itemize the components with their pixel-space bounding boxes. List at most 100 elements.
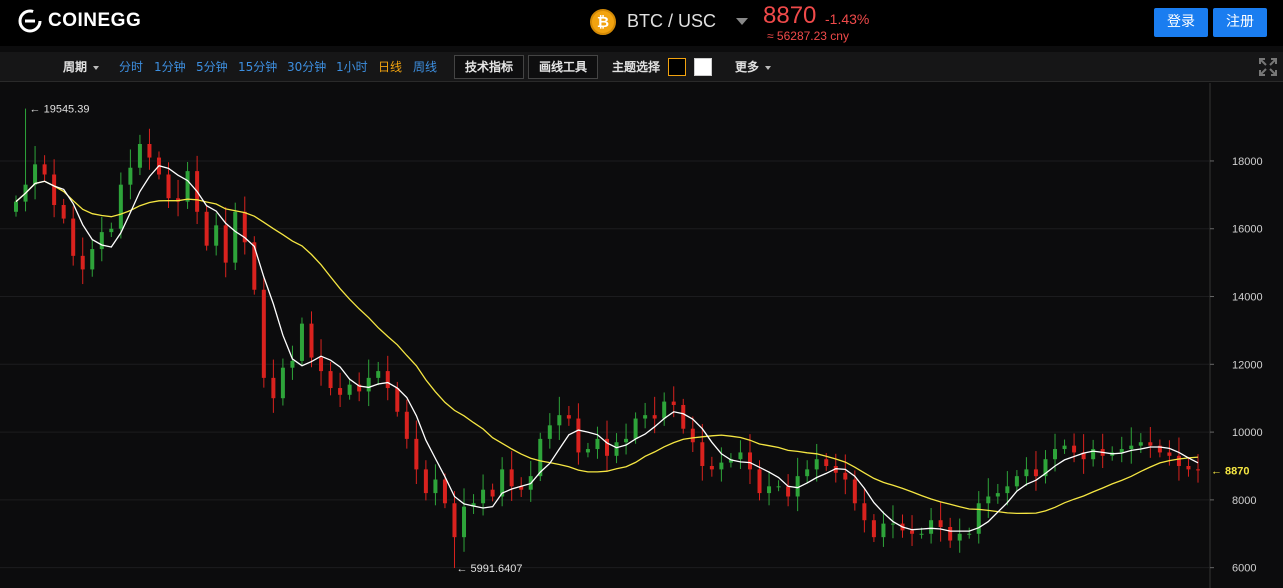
candle-body bbox=[871, 520, 876, 538]
pair-base: BTC bbox=[627, 11, 663, 31]
fullscreen-icon[interactable] bbox=[1258, 57, 1278, 77]
candle-body bbox=[433, 479, 438, 494]
candle-body bbox=[747, 452, 752, 470]
candle-body bbox=[128, 167, 133, 185]
candle-body bbox=[652, 415, 657, 419]
chevron-down-icon[interactable] bbox=[736, 18, 748, 25]
candle-body bbox=[595, 438, 600, 450]
interval-daily[interactable]: 日线 bbox=[378, 60, 402, 74]
interval-5min[interactable]: 5分钟 bbox=[196, 60, 228, 74]
login-button[interactable]: 登录 bbox=[1154, 8, 1208, 37]
candle-body bbox=[376, 371, 381, 378]
register-button[interactable]: 注册 bbox=[1213, 8, 1267, 37]
candle-body bbox=[509, 469, 514, 487]
candle-body bbox=[442, 479, 447, 504]
candle-body bbox=[948, 526, 953, 541]
candle-body bbox=[643, 415, 648, 419]
candle-body bbox=[395, 388, 400, 412]
candle-body bbox=[976, 503, 981, 534]
candle-body bbox=[852, 479, 857, 504]
candle-body bbox=[738, 452, 743, 460]
logo-icon bbox=[18, 9, 42, 33]
more-dropdown[interactable]: 更多 bbox=[735, 60, 759, 74]
candle-body bbox=[814, 459, 819, 470]
interval-15min[interactable]: 15分钟 bbox=[238, 60, 277, 74]
candle-body bbox=[776, 486, 781, 488]
candle-body bbox=[624, 438, 629, 443]
candle-body bbox=[90, 249, 95, 270]
interval-1min[interactable]: 1分钟 bbox=[154, 60, 186, 74]
indicators-button[interactable]: 技术指标 bbox=[454, 55, 524, 79]
candle-body bbox=[1024, 469, 1029, 477]
candle-body bbox=[585, 449, 590, 453]
candle-body bbox=[80, 255, 85, 270]
logo-text: COINEGG bbox=[48, 10, 142, 31]
candle-body bbox=[166, 174, 171, 199]
theme-label: 主题选择 bbox=[612, 60, 661, 74]
top-header: COINEGG ₿ BTC / USC 8870 -1.43% ≈ 56287.… bbox=[0, 0, 1283, 46]
candle-body bbox=[1119, 449, 1124, 453]
candle-body bbox=[1129, 445, 1134, 450]
candle-body bbox=[1014, 476, 1019, 487]
interval-1hour[interactable]: 1小时 bbox=[336, 60, 368, 74]
candle-body bbox=[299, 323, 304, 361]
candle-body bbox=[929, 520, 934, 534]
candle-body bbox=[61, 205, 66, 219]
candle-body bbox=[881, 523, 886, 538]
logo[interactable]: COINEGG bbox=[18, 9, 141, 33]
current-price: 8870 bbox=[763, 2, 817, 29]
period-caret-icon[interactable] bbox=[93, 66, 99, 70]
interval-timeshare[interactable]: 分时 bbox=[119, 60, 143, 74]
candle-body bbox=[1138, 442, 1143, 446]
candle-body bbox=[223, 225, 228, 263]
trading-pair-selector[interactable]: BTC / USC bbox=[627, 11, 716, 32]
candle-body bbox=[1176, 455, 1181, 466]
candle-body bbox=[423, 469, 428, 494]
candle-body bbox=[690, 428, 695, 443]
candle-body bbox=[986, 496, 991, 504]
more-caret-icon[interactable] bbox=[765, 66, 771, 70]
low-annotation: ← 5991.6407 bbox=[456, 563, 522, 575]
candle-body bbox=[490, 489, 495, 497]
y-tick-label: 6000 bbox=[1232, 563, 1256, 575]
candle-body bbox=[338, 388, 343, 395]
candle-body bbox=[290, 360, 295, 368]
candle-body bbox=[385, 371, 390, 389]
cny-price: ≈ 56287.23 cny bbox=[767, 29, 849, 43]
last-price-label: ← 8870 bbox=[1211, 465, 1250, 477]
candle-body bbox=[347, 384, 352, 395]
candle-body bbox=[1005, 486, 1010, 494]
candle-body bbox=[995, 493, 1000, 497]
theme-light-swatch[interactable] bbox=[694, 58, 712, 76]
candle-body bbox=[633, 418, 638, 439]
candle-body bbox=[42, 164, 47, 175]
interval-30min[interactable]: 30分钟 bbox=[287, 60, 326, 74]
candle-body bbox=[662, 401, 667, 419]
candle-body bbox=[481, 489, 486, 504]
interval-weekly[interactable]: 周线 bbox=[413, 60, 437, 74]
theme-dark-swatch[interactable] bbox=[668, 58, 686, 76]
period-dropdown[interactable]: 周期 bbox=[63, 60, 87, 74]
candle-body bbox=[271, 377, 276, 399]
candle-body bbox=[957, 533, 962, 541]
candlestick-chart[interactable]: 6000 8000 10000 12000 14000 16000 18000 ← 19545… bbox=[0, 83, 1283, 588]
candle-body bbox=[204, 211, 209, 246]
candle-body bbox=[1053, 449, 1058, 460]
candle-body bbox=[671, 401, 676, 405]
candle-body bbox=[414, 438, 419, 470]
candle-body bbox=[1148, 442, 1153, 446]
candle-body bbox=[14, 201, 18, 212]
candle-body bbox=[1062, 445, 1067, 450]
pair-separator: / bbox=[668, 11, 674, 31]
candle-body bbox=[328, 371, 333, 389]
candle-body bbox=[261, 289, 266, 378]
candle-body bbox=[681, 404, 686, 429]
high-annotation: ← 19545.39 bbox=[30, 104, 90, 116]
candle-body bbox=[33, 164, 38, 185]
candle-body bbox=[938, 520, 943, 527]
candle-body bbox=[757, 469, 762, 494]
ma-short-line bbox=[15, 164, 1199, 532]
drawing-tools-button[interactable]: 画线工具 bbox=[528, 55, 598, 79]
candle-body bbox=[452, 503, 457, 538]
candle-body bbox=[137, 144, 142, 168]
